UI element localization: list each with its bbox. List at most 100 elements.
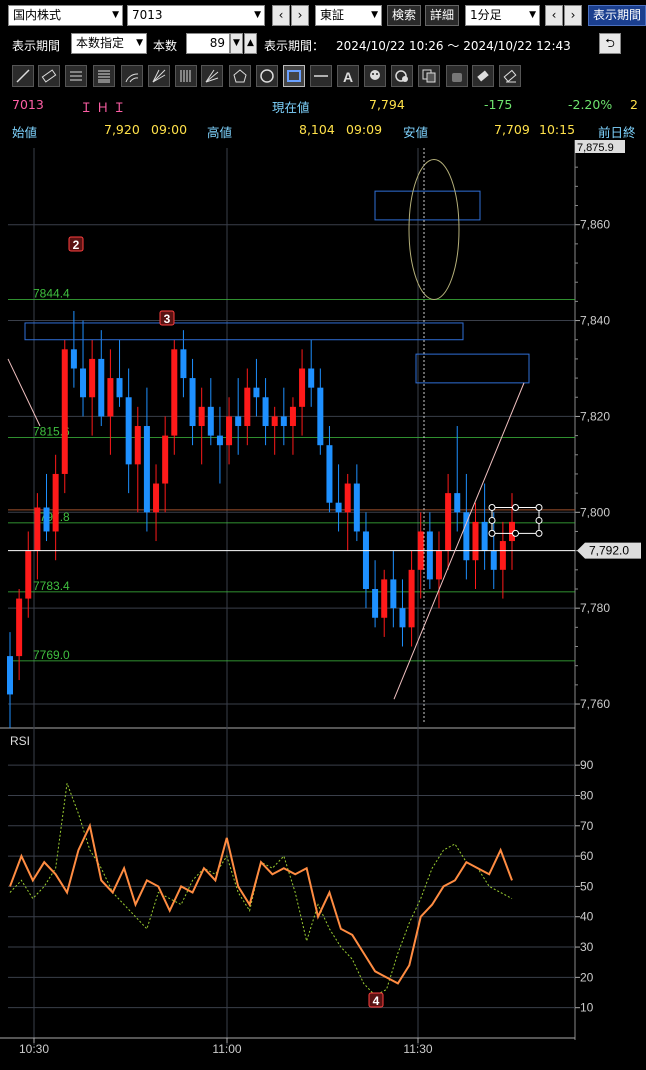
selection-handle <box>535 529 543 537</box>
candle-body <box>262 397 269 427</box>
text-tool-button[interactable]: A <box>337 65 359 87</box>
symbol-select-value: 7013 <box>132 8 163 22</box>
candle-body <box>98 358 105 417</box>
candle-body <box>116 378 123 398</box>
pentagon-tool-button[interactable] <box>229 65 251 87</box>
drawn-ellipse <box>408 158 460 300</box>
hline-tool-button[interactable] <box>310 65 332 87</box>
copy-tool-icon <box>422 69 436 83</box>
price-tick-label: 7,860 <box>580 218 610 232</box>
candle-body <box>7 656 13 695</box>
top-price-label: 7,875.9 <box>577 142 614 154</box>
rsi-tick-label: 50 <box>580 879 594 893</box>
eraser-all-tool-button[interactable] <box>499 65 521 87</box>
selection-handle <box>488 504 496 512</box>
icon-tool-button[interactable] <box>364 65 386 87</box>
next-symbol-button[interactable]: › <box>291 5 309 26</box>
candle-body <box>61 349 68 474</box>
chevron-down-icon: ▼ <box>371 10 378 20</box>
rsi-label: RSI <box>10 734 30 748</box>
arc-tool-button[interactable] <box>121 65 143 87</box>
high-time: 09:09 <box>346 122 383 137</box>
chevron-down-icon: ▼ <box>112 10 119 20</box>
price-chart[interactable]: 7,860 7,840 7,820 7,800 7,780 7,760 7,875.9 784… <box>0 140 646 1070</box>
hlines-tool-button[interactable] <box>65 65 87 87</box>
period-mode-select[interactable]: 本数指定 ▼ <box>71 33 147 54</box>
drawn-rectangle <box>24 322 464 341</box>
candle-body <box>134 426 141 465</box>
candle-body <box>463 512 470 561</box>
prev-label: ‹ <box>551 8 557 22</box>
vlines-tool-button[interactable] <box>175 65 197 87</box>
market-select-value: 国内株式 <box>13 8 62 22</box>
gann-tool-icon <box>205 69 219 83</box>
ruler-tool-button[interactable] <box>38 65 60 87</box>
search-button[interactable]: 検索 <box>387 5 421 26</box>
prev-close-label: 前日終 <box>598 125 636 140</box>
eraser-tool-icon <box>477 70 489 82</box>
cycle-tool-button[interactable] <box>391 65 413 87</box>
symbol-select[interactable]: 7013 ▼ <box>127 5 265 26</box>
hand-tool-button[interactable] <box>446 65 468 87</box>
copy-tool-button[interactable] <box>418 65 440 87</box>
fib-lines-tool-button[interactable] <box>93 65 115 87</box>
eraser-all-tool-icon <box>503 69 517 83</box>
candle-body <box>216 435 223 446</box>
line-tool-icon <box>16 69 30 83</box>
rsi-tick-label: 40 <box>580 910 594 924</box>
line-tool-button[interactable] <box>12 65 34 87</box>
reset-button[interactable]: ⮌ <box>599 33 621 54</box>
current-price-value: 7,794 <box>369 97 405 112</box>
exchange-select[interactable]: 東証 ▼ <box>315 5 382 26</box>
candle-body <box>344 483 351 513</box>
range-value: 2024/10/22 10:26 〜 2024/10/22 12:43 <box>336 39 571 53</box>
vlines-tool-icon <box>180 70 191 82</box>
candle-body <box>43 507 50 532</box>
cycle-tool-icon <box>395 70 408 82</box>
interval-select[interactable]: 1分足 ▼ <box>465 5 540 26</box>
count-input[interactable]: 89 <box>186 33 230 54</box>
candle-body <box>52 473 59 532</box>
chevron-down-icon: ▼ <box>136 38 143 48</box>
return-arrow-icon: ⮌ <box>605 36 615 50</box>
gann-tool-button[interactable] <box>201 65 223 87</box>
ruler-tool-icon <box>41 69 57 83</box>
interval-select-value: 1分足 <box>470 8 502 22</box>
count-down-button[interactable]: ▼ <box>230 33 243 54</box>
count-up-button[interactable]: ▲ <box>244 33 257 54</box>
time-tick-label: 10:30 <box>19 1042 49 1056</box>
period-label: 表示期間 <box>12 39 61 53</box>
candle-body <box>89 358 96 398</box>
eraser-tool-button[interactable] <box>472 65 494 87</box>
text-tool-icon: A <box>343 69 353 84</box>
selected-rectangle <box>491 507 540 534</box>
prev-interval-button[interactable]: ‹ <box>545 5 563 26</box>
current-price-label: 現在値 <box>272 100 310 115</box>
marker-label: 4 <box>373 994 380 1008</box>
candle-body <box>25 550 32 599</box>
count-label: 本数 <box>153 39 178 53</box>
rectangle-tool-button[interactable] <box>283 65 305 87</box>
drawing-toolbar: A <box>0 62 646 90</box>
prev-symbol-button[interactable]: ‹ <box>272 5 290 26</box>
candle-body <box>235 416 242 427</box>
circle-tool-icon <box>260 69 274 83</box>
rsi-tick-label: 70 <box>580 819 594 833</box>
market-select[interactable]: 国内株式 ▼ <box>8 5 123 26</box>
candle-body <box>390 579 397 609</box>
change-suffix: 2 <box>630 97 638 112</box>
current-price-label: 7,792.0 <box>589 544 629 558</box>
next-interval-button[interactable]: › <box>564 5 582 26</box>
display-period-button[interactable]: 表示期間 <box>588 5 646 26</box>
price-tick-label: 7,820 <box>580 409 610 423</box>
candle-body <box>353 483 360 532</box>
candle-body <box>207 406 214 436</box>
circle-tool-button[interactable] <box>256 65 278 87</box>
fan-tool-button[interactable] <box>148 65 170 87</box>
rsi-tick-label: 80 <box>580 788 594 802</box>
selection-handle <box>488 516 496 524</box>
detail-button[interactable]: 詳細 <box>425 5 459 26</box>
candle-body <box>308 368 315 388</box>
display-period-label: 表示期間 <box>592 8 641 22</box>
icon-tool-icon <box>370 70 380 80</box>
